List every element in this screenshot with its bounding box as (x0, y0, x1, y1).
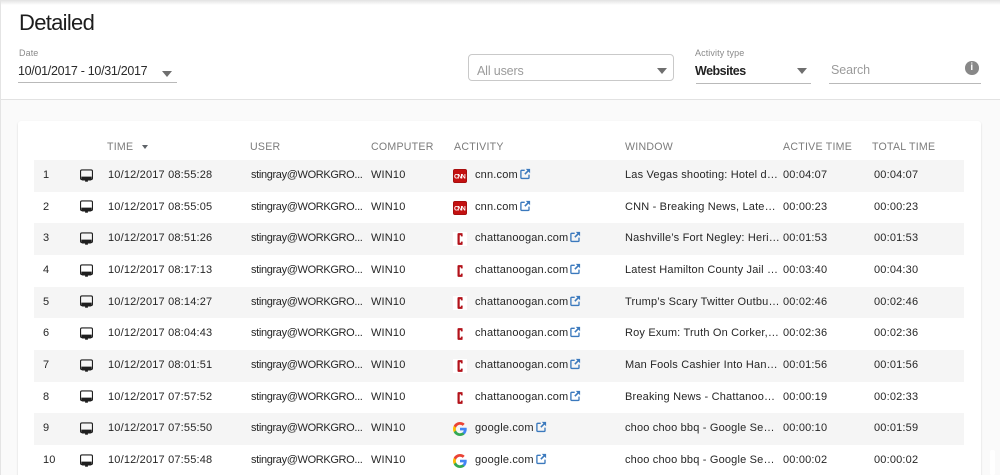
svg-text:CNN: CNN (454, 205, 466, 212)
svg-text:CNN: CNN (454, 173, 466, 180)
